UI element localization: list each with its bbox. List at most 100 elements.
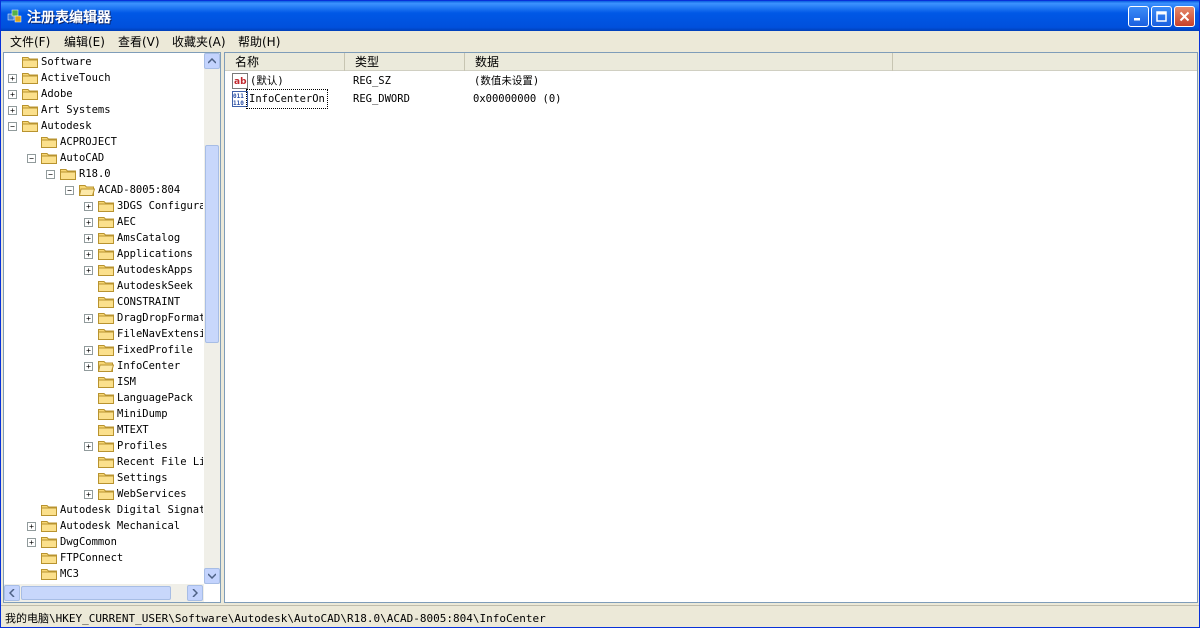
tree-item[interactable]: − Autodesk <box>4 118 203 134</box>
expand-icon[interactable]: + <box>84 202 93 211</box>
expand-icon[interactable]: + <box>84 490 93 499</box>
value-name: (默认) <box>250 75 284 87</box>
registry-editor-window: 注册表编辑器 文件(F) 编辑(E) 查看(V) 收藏夹(A) 帮助(H) So… <box>0 0 1200 628</box>
scroll-right-button[interactable] <box>187 585 203 601</box>
expand-icon[interactable]: + <box>84 250 93 259</box>
scroll-left-button[interactable] <box>4 585 20 601</box>
value-type: REG_SZ <box>353 75 391 87</box>
tree-item[interactable]: MC3 <box>4 566 203 582</box>
tree-item-label: 3DGS Configura <box>117 200 203 212</box>
expand-icon[interactable]: + <box>84 314 93 323</box>
tree-item-label: CONSTRAINT <box>117 296 181 308</box>
collapse-icon[interactable]: − <box>46 170 55 179</box>
scroll-down-button[interactable] <box>204 568 220 584</box>
menu-favorites[interactable]: 收藏夹(A) <box>172 33 226 50</box>
tree-item[interactable]: − AutoCAD <box>4 150 203 166</box>
collapse-icon[interactable]: − <box>65 186 74 195</box>
expand-icon[interactable]: + <box>84 346 93 355</box>
menu-view[interactable]: 查看(V) <box>118 33 160 50</box>
tree-item[interactable]: − R18.0 <box>4 166 203 182</box>
registry-value-list[interactable]: 名称 类型 数据 ab (默认) REG_SZ (数值未设置) 011 110 … <box>224 52 1198 603</box>
registry-key-tree[interactable]: Software + ActiveTouch + Adobe + Art Systems − A… <box>3 52 221 603</box>
tree-item[interactable]: + DragDropFormat <box>4 310 203 326</box>
column-header-name[interactable]: 名称 <box>225 53 345 71</box>
tree-item[interactable]: + DwgCommon <box>4 534 203 550</box>
tree-item[interactable]: MiniDump <box>4 406 203 422</box>
tree-item[interactable]: Settings <box>4 470 203 486</box>
tree-item-label: R18.0 <box>79 168 111 180</box>
svg-text:110: 110 <box>233 100 244 107</box>
menu-file[interactable]: 文件(F) <box>10 33 50 50</box>
tree-item[interactable]: + FixedProfile <box>4 342 203 358</box>
tree-item[interactable]: ISM <box>4 374 203 390</box>
title-bar[interactable]: 注册表编辑器 <box>1 1 1199 31</box>
tree-item[interactable]: LanguagePack <box>4 390 203 406</box>
tree-item-label: DwgCommon <box>60 536 117 548</box>
tree-item[interactable]: + WebServices <box>4 486 203 502</box>
tree-item[interactable]: + Art Systems <box>4 102 203 118</box>
tree-item-label: ISM <box>117 376 136 388</box>
chevron-down-icon <box>208 573 216 579</box>
expand-icon[interactable]: + <box>84 442 93 451</box>
value-type: REG_DWORD <box>353 93 410 105</box>
tree-item[interactable]: + Adobe <box>4 86 203 102</box>
tree-item[interactable]: MTEXT <box>4 422 203 438</box>
tree-item-label: Recent File Li <box>117 456 203 468</box>
collapse-icon[interactable]: − <box>8 122 17 131</box>
tree-item[interactable]: + Autodesk Mechanical <box>4 518 203 534</box>
tree-vertical-scrollbar[interactable] <box>204 53 220 584</box>
tree-item[interactable]: + Applications <box>4 246 203 262</box>
expand-icon[interactable]: + <box>8 74 17 83</box>
tree-item[interactable]: CONSTRAINT <box>4 294 203 310</box>
tree-item[interactable]: FileNavExtensi <box>4 326 203 342</box>
tree-item[interactable]: Software <box>4 54 203 70</box>
menu-edit[interactable]: 编辑(E) <box>64 33 105 50</box>
tree-item[interactable]: + Profiles <box>4 438 203 454</box>
expand-icon[interactable]: + <box>27 522 36 531</box>
folder-icon <box>41 553 57 564</box>
tree-item[interactable]: + AmsCatalog <box>4 230 203 246</box>
tree-item-label: MC3 <box>60 568 79 580</box>
menu-help[interactable]: 帮助(H) <box>238 33 280 50</box>
tree-item[interactable]: + AutodeskApps <box>4 262 203 278</box>
expand-icon[interactable]: + <box>8 106 17 115</box>
tree-item[interactable]: − ACAD-8005:804 <box>4 182 203 198</box>
tree-item-label: Settings <box>117 472 168 484</box>
scroll-up-button[interactable] <box>204 53 220 69</box>
tree-item-label: LanguagePack <box>117 392 193 404</box>
tree-item-label: ActiveTouch <box>41 72 111 84</box>
tree-item[interactable]: + AEC <box>4 214 203 230</box>
value-row[interactable]: ab (默认) REG_SZ (数值未设置) <box>225 72 1197 90</box>
expand-icon[interactable]: + <box>84 218 93 227</box>
tree-item[interactable]: Autodesk Digital Signatu <box>4 502 203 518</box>
expand-icon[interactable]: + <box>84 362 93 371</box>
expand-icon[interactable]: + <box>27 538 36 547</box>
expand-icon[interactable]: + <box>8 90 17 99</box>
tree-item-label: AEC <box>117 216 136 228</box>
status-bar: 我的电脑\HKEY_CURRENT_USER\Software\Autodesk… <box>1 605 1199 627</box>
maximize-button[interactable] <box>1151 6 1172 27</box>
expand-icon[interactable]: + <box>84 234 93 243</box>
close-button[interactable] <box>1174 6 1195 27</box>
tree-scroll-thumb[interactable] <box>205 145 219 343</box>
folder-icon <box>98 249 114 260</box>
column-header-type[interactable]: 类型 <box>345 53 465 71</box>
tree-item[interactable]: AutodeskSeek <box>4 278 203 294</box>
value-row[interactable]: 011 110 InfoCenterOn REG_DWORD 0x0000000… <box>225 89 1197 109</box>
folder-icon <box>41 569 57 580</box>
column-header-data[interactable]: 数据 <box>465 53 893 71</box>
tree-item[interactable]: Recent File Li <box>4 454 203 470</box>
tree-hscroll-thumb[interactable] <box>21 586 171 600</box>
tree-item[interactable]: ACPROJECT <box>4 134 203 150</box>
minimize-button[interactable] <box>1128 6 1149 27</box>
tree-item-label: Applications <box>117 248 193 260</box>
folder-icon <box>41 537 57 548</box>
tree-item[interactable]: +3DGS Configura <box>4 198 203 214</box>
collapse-icon[interactable]: − <box>27 154 36 163</box>
tree-horizontal-scrollbar[interactable] <box>4 584 204 602</box>
tree-item[interactable]: + ActiveTouch <box>4 70 203 86</box>
tree-item[interactable]: + InfoCenter <box>4 358 203 374</box>
tree-item-label: Art Systems <box>41 104 111 116</box>
tree-item[interactable]: FTPConnect <box>4 550 203 566</box>
expand-icon[interactable]: + <box>84 266 93 275</box>
